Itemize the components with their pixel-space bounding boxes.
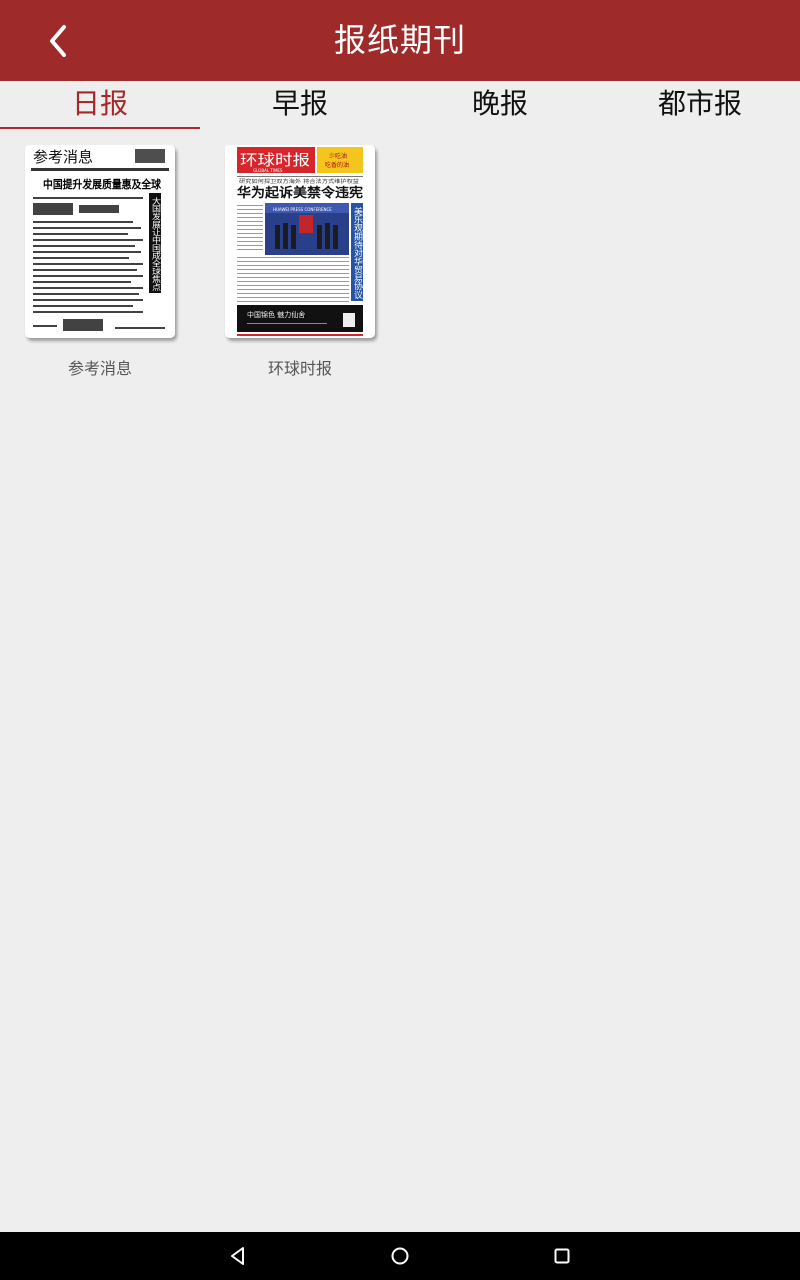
circle-home-icon bbox=[391, 1247, 409, 1265]
page-title: 报纸期刊 bbox=[333, 21, 466, 59]
tab-metro[interactable]: 都市报 bbox=[600, 81, 800, 129]
cover-ad-text-2: 吃香的油 bbox=[325, 161, 349, 169]
cover-subhead: 研究如何捍卫双方海外 将合法方式维护权益 bbox=[239, 178, 359, 185]
tab-morning[interactable]: 早报 bbox=[200, 81, 400, 129]
paper-cover[interactable]: 环球时报 GLOBAL TIMES 少吃油 吃香的油 研究如何捍卫双方海外 将合… bbox=[225, 145, 375, 338]
cover-side-headline: 大国发展让中国成全球焦点 bbox=[150, 196, 161, 292]
system-nav-bar bbox=[0, 1232, 800, 1280]
cover-photo-caption: HUAWEI PRESS CONFERENCE bbox=[273, 207, 332, 212]
cover-headline: 中国提升发展质量惠及全球 bbox=[43, 177, 162, 191]
paper-cover[interactable]: 参考消息 中国提升发展质量惠及全球 大国发展让中国成全球焦点 bbox=[25, 145, 175, 338]
app-bar: 报纸期刊 bbox=[0, 0, 800, 81]
cover-masthead-en: GLOBAL TIMES bbox=[253, 168, 283, 173]
nav-recents-button[interactable] bbox=[522, 1232, 602, 1280]
newspaper-cover-image: 环球时报 GLOBAL TIMES 少吃油 吃香的油 研究如何捍卫双方海外 将合… bbox=[225, 145, 375, 338]
cover-headline: 华为起诉美禁令违宪 bbox=[237, 185, 363, 201]
square-recents-icon bbox=[554, 1248, 570, 1264]
tab-evening[interactable]: 晚报 bbox=[400, 81, 600, 129]
cover-side-headline: 美乐观期待对华贸易协议 bbox=[352, 206, 363, 300]
cover-masthead: 环球时报 bbox=[240, 151, 310, 169]
tab-daily[interactable]: 日报 bbox=[0, 81, 200, 129]
nav-back-button[interactable] bbox=[198, 1232, 278, 1280]
tab-bar: 日报 早报 晚报 都市报 bbox=[0, 81, 800, 129]
nav-home-button[interactable] bbox=[360, 1232, 440, 1280]
paper-name: 环球时报 bbox=[267, 359, 332, 378]
cover-ad-text-1: 少吃油 bbox=[329, 152, 347, 160]
cover-footer-ad: 中国锦色 魅力仙舍 bbox=[247, 310, 305, 319]
cover-masthead: 参考消息 bbox=[33, 148, 93, 166]
paper-name: 参考消息 bbox=[67, 359, 132, 378]
newspaper-cover-image: 参考消息 中国提升发展质量惠及全球 大国发展让中国成全球焦点 bbox=[25, 145, 175, 338]
triangle-back-icon bbox=[231, 1247, 244, 1265]
